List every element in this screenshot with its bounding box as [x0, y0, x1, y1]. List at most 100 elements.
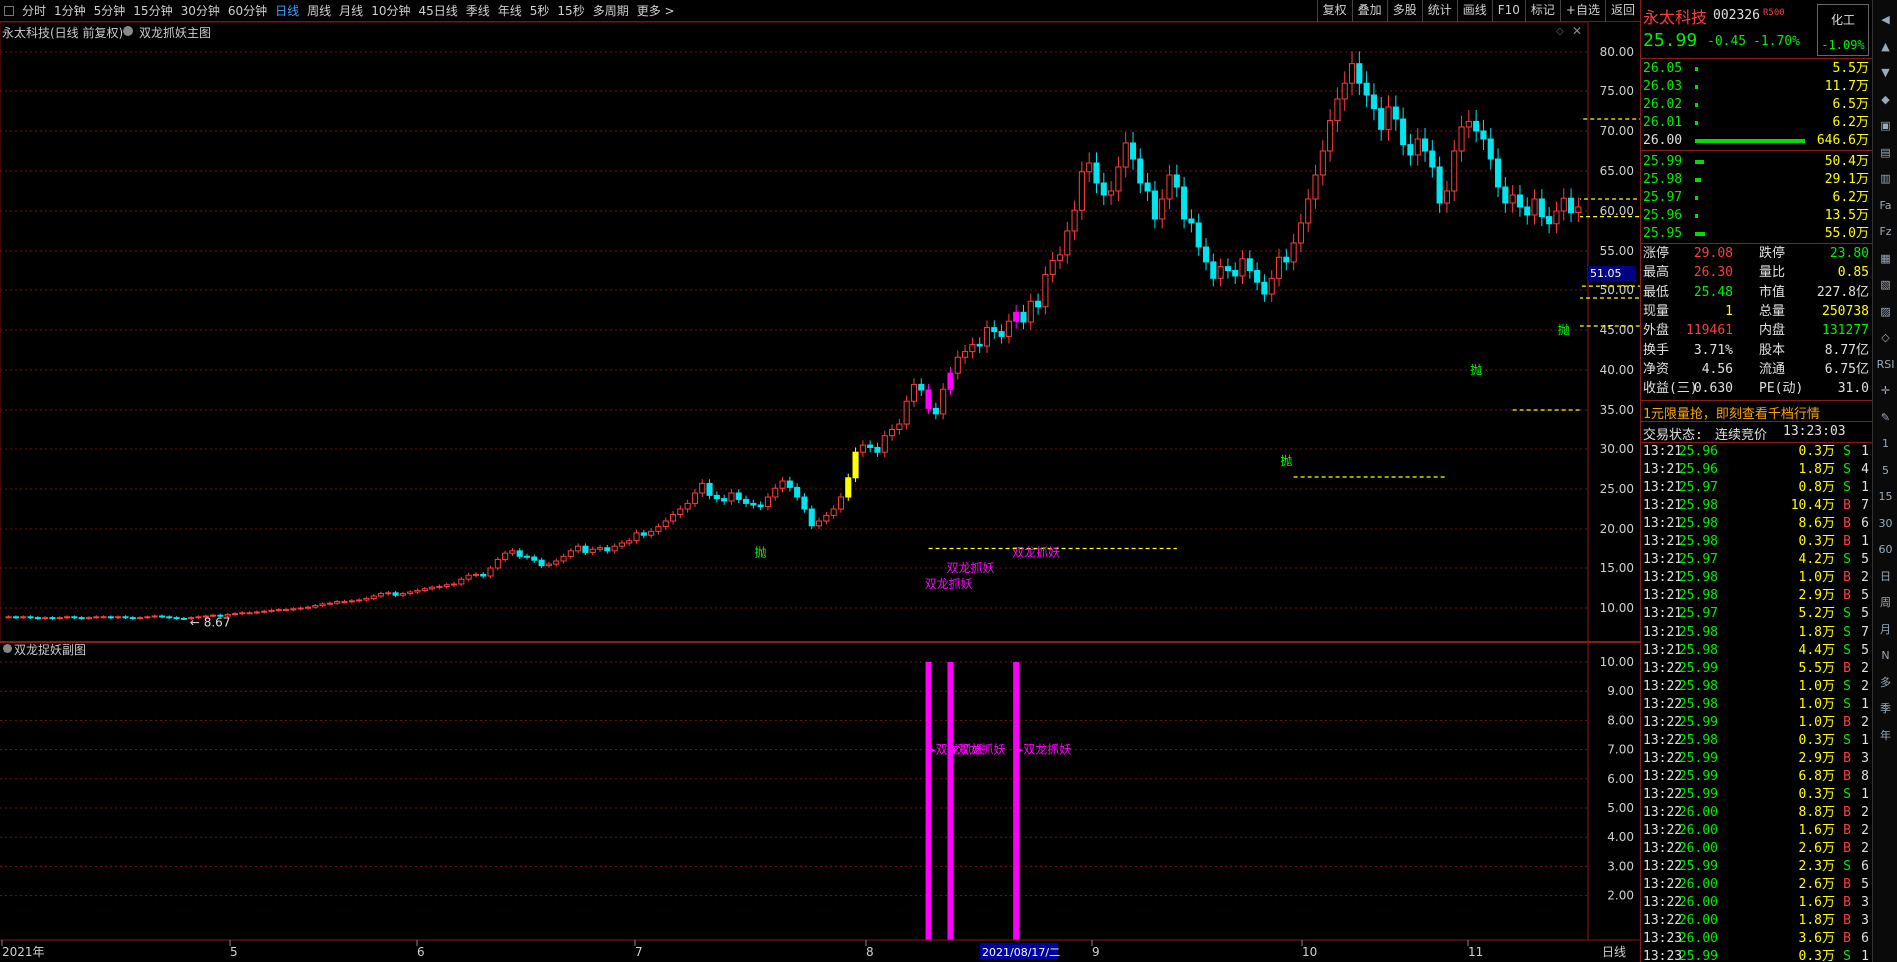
period-tab[interactable]: 10分钟	[367, 0, 414, 22]
tool-button[interactable]: 统计	[1421, 0, 1457, 22]
candle-body	[1341, 82, 1348, 100]
candle-body	[772, 487, 779, 498]
period-tab[interactable]: 年线	[494, 0, 526, 22]
ask-row[interactable]: 26.03 11.7万	[1641, 78, 1873, 95]
period-tab[interactable]: 更多 >	[633, 0, 679, 22]
tick-row: 13:21 25.98 10.4万 B 7	[1641, 497, 1873, 514]
period-tab[interactable]: 5分钟	[90, 0, 130, 22]
side-tool-icon[interactable]: ▨	[1873, 302, 1897, 322]
tick-price: 25.96	[1678, 462, 1718, 478]
sector-name: 化工	[1830, 13, 1855, 27]
period-tab[interactable]: 日线	[271, 0, 303, 22]
tick-time: 13:21	[1643, 516, 1683, 532]
side-tool-icon[interactable]: ▲	[1873, 37, 1897, 57]
tool-button[interactable]: 返回	[1604, 0, 1640, 22]
side-tool-icon[interactable]: 日	[1873, 567, 1897, 587]
period-tab[interactable]: 1分钟	[50, 0, 90, 22]
candle-body	[1575, 206, 1582, 214]
tick-side: S	[1843, 696, 1851, 712]
side-tool-icon[interactable]: 多	[1873, 673, 1897, 693]
period-tab[interactable]: 5秒	[526, 0, 554, 22]
bid-row[interactable]: 25.96 13.5万	[1641, 207, 1873, 224]
side-tool-icon[interactable]: ▦	[1873, 249, 1897, 269]
period-tab[interactable]: 45日线	[414, 0, 461, 22]
period-tab[interactable]: 30分钟	[177, 0, 224, 22]
candle-body	[283, 609, 290, 612]
tool-button[interactable]: 多股	[1386, 0, 1422, 22]
tick-time: 13:21	[1643, 480, 1683, 496]
side-tool-icon[interactable]: 5	[1873, 461, 1897, 481]
tool-button[interactable]: 叠加	[1351, 0, 1387, 22]
tool-button[interactable]: 画线	[1456, 0, 1492, 22]
candle-body	[100, 616, 107, 619]
candle-body	[377, 593, 385, 597]
sector-box[interactable]: 化工 -1.09%	[1817, 4, 1869, 56]
tool-button[interactable]: F10	[1491, 0, 1525, 22]
tool-button[interactable]: +自选	[1559, 0, 1605, 22]
tick-row: 13:21 25.98 0.3万 B 1	[1641, 533, 1873, 550]
side-tool-icon[interactable]: 15	[1873, 487, 1897, 507]
side-tool-icon[interactable]: 30	[1873, 514, 1897, 534]
tick-time: 13:21	[1643, 444, 1683, 459]
candle-body	[1013, 311, 1020, 322]
ask-row[interactable]: 26.02 6.5万	[1641, 96, 1873, 113]
tick-row: 13:21 25.96 0.3万 S 1	[1641, 443, 1873, 460]
close-icon[interactable]: ✕	[1572, 24, 1582, 38]
side-tool-icon[interactable]: 1	[1873, 434, 1897, 454]
candle-body	[268, 609, 275, 612]
candle-body	[837, 496, 845, 510]
side-tool-icon[interactable]: ▤	[1873, 143, 1897, 163]
menu-square-icon[interactable]	[4, 5, 14, 16]
side-tool-icon[interactable]: ◇	[1873, 328, 1897, 348]
period-tab[interactable]: 15分钟	[129, 0, 176, 22]
diamond-icon[interactable]: ◇	[1556, 26, 1564, 37]
side-tool-icon[interactable]: 60	[1873, 540, 1897, 560]
side-tool-icon[interactable]: ◀	[1873, 10, 1897, 30]
bid-row[interactable]: 25.98 29.1万	[1641, 171, 1873, 188]
ask-row[interactable]: 26.01 6.2万	[1641, 114, 1873, 131]
period-tab[interactable]: 月线	[335, 0, 367, 22]
bid-row[interactable]: 25.95 55.0万	[1641, 225, 1873, 242]
kline-chart[interactable]: 80.0075.0070.0065.0060.0055.0050.0045.00…	[0, 22, 1640, 962]
side-tool-icon[interactable]: RSI	[1873, 355, 1897, 375]
period-tab[interactable]: 多周期	[589, 0, 633, 22]
side-tool-icon[interactable]: ◆	[1873, 90, 1897, 110]
promo-link[interactable]: 1元限量抢，即刻查看千档行情	[1643, 403, 1820, 422]
side-tool-icon[interactable]: N	[1873, 646, 1897, 666]
side-tool-icon[interactable]: ▣	[1873, 116, 1897, 136]
bid-row[interactable]: 25.97 6.2万	[1641, 189, 1873, 206]
tool-button[interactable]: 标记	[1524, 0, 1560, 22]
side-tool-icon[interactable]: ▧	[1873, 275, 1897, 295]
side-tool-icon[interactable]: Fa	[1873, 196, 1897, 216]
stat-label: 外盘	[1643, 323, 1670, 339]
candle-body	[1078, 171, 1085, 211]
candle-body	[1502, 186, 1509, 204]
period-tab[interactable]: 15秒	[553, 0, 588, 22]
sub-chart-title[interactable]: 双龙捉妖副图	[14, 641, 86, 658]
period-tab[interactable]: 周线	[303, 0, 335, 22]
ask-row[interactable]: 26.05 5.5万	[1641, 60, 1873, 77]
period-tab[interactable]: 季线	[462, 0, 494, 22]
settings-dot-icon[interactable]	[123, 26, 133, 36]
candle-body	[830, 508, 837, 516]
tool-button[interactable]: 复权	[1316, 0, 1352, 22]
stat-value: 227.8亿	[1816, 284, 1869, 300]
candle-body	[1261, 281, 1268, 295]
side-tool-icon[interactable]: ▥	[1873, 169, 1897, 189]
tick-time: 13:22	[1643, 750, 1683, 766]
side-tool-icon[interactable]: 月	[1873, 620, 1897, 640]
side-tool-icon[interactable]: 季	[1873, 699, 1897, 719]
side-tool-icon[interactable]: Fz	[1873, 222, 1897, 242]
period-tab[interactable]: 60分钟	[224, 0, 271, 22]
ask-row[interactable]: 26.00 646.6万	[1641, 132, 1873, 149]
side-tool-icon[interactable]: ▼	[1873, 63, 1897, 83]
side-tool-icon[interactable]: ✛	[1873, 381, 1897, 401]
settings-dot-icon[interactable]	[3, 644, 12, 653]
period-tab[interactable]: 分时	[18, 0, 50, 22]
side-tool-icon[interactable]: 年	[1873, 726, 1897, 746]
bid-row[interactable]: 25.99 50.4万	[1641, 153, 1873, 170]
tick-count: 2	[1861, 660, 1869, 676]
main-indicator-name[interactable]: 双龙抓妖主图	[139, 24, 211, 41]
side-tool-icon[interactable]: ✎	[1873, 408, 1897, 428]
side-tool-icon[interactable]: 周	[1873, 593, 1897, 613]
